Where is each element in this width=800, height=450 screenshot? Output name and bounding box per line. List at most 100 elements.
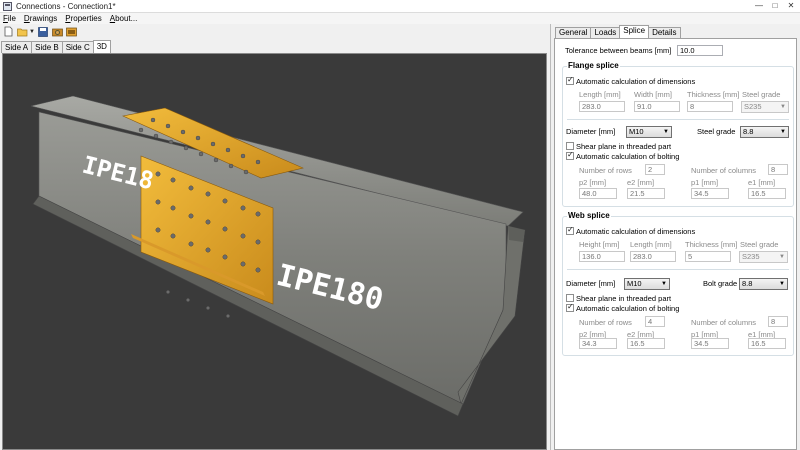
flange-splice-title: Flange splice xyxy=(567,61,620,70)
chevron-down-icon: ▼ xyxy=(780,129,786,135)
flange-rows-input[interactable]: 2 xyxy=(645,164,665,175)
tab-details[interactable]: Details xyxy=(648,27,681,38)
web-steel-grade-select[interactable]: S235 ▼ xyxy=(739,251,788,263)
flange-auto-bolt-label: Automatic calculation of bolting xyxy=(576,152,680,161)
web-p1-input[interactable]: 34.5 xyxy=(691,338,729,349)
tab-side-b[interactable]: Side B xyxy=(31,41,63,53)
tolerance-input[interactable]: 10.0 xyxy=(677,45,723,56)
web-diameter-select[interactable]: M10 ▼ xyxy=(624,278,670,290)
web-e2-input[interactable]: 16.5 xyxy=(627,338,665,349)
web-diameter-value: M10 xyxy=(627,279,642,288)
web-shear-checkbox[interactable] xyxy=(566,294,574,302)
flange-p2-input[interactable]: 48.0 xyxy=(579,188,617,199)
flange-diameter-select[interactable]: M10 ▼ xyxy=(626,126,672,138)
web-divider xyxy=(567,269,789,270)
flange-shear-checkbox[interactable] xyxy=(566,142,574,150)
save-icon xyxy=(38,26,49,37)
flange-shear-label: Shear plane in threaded part xyxy=(576,142,672,151)
new-file-button[interactable] xyxy=(3,26,14,37)
flange-cols-input[interactable]: 8 xyxy=(768,164,788,175)
camera-icon xyxy=(52,28,63,36)
web-rows-label: Number of rows xyxy=(579,318,632,327)
minimize-button[interactable]: — xyxy=(752,1,766,11)
maximize-button[interactable]: □ xyxy=(768,1,782,11)
flange-auto-dims-checkbox[interactable]: ✓ xyxy=(566,75,574,85)
web-cols-label: Number of columns xyxy=(691,318,757,327)
view-tabs: Side A Side B Side C 3D xyxy=(1,40,111,53)
tab-general[interactable]: General xyxy=(555,27,592,38)
close-button[interactable]: ✕ xyxy=(784,1,798,11)
flange-p1-input[interactable]: 34.5 xyxy=(691,188,729,199)
web-height-input[interactable]: 136.0 xyxy=(579,251,625,262)
flange-e2-label: e2 [mm] xyxy=(627,178,655,187)
properties-panel: General Loads Splice Details Tolerance b… xyxy=(550,24,798,450)
flange-thickness-label: Thickness [mm] xyxy=(687,90,740,99)
flange-width-input[interactable]: 91.0 xyxy=(634,101,680,112)
web-length-label: Length [mm] xyxy=(630,240,672,249)
open-folder-button[interactable] xyxy=(17,26,28,37)
chevron-down-icon: ▼ xyxy=(663,129,669,135)
flange-bolt-grade-value: 8.8 xyxy=(743,127,754,136)
flange-bolt-steel-grade-label: Steel grade xyxy=(697,127,736,136)
beam-model: IPE18 IPE180 xyxy=(30,95,526,417)
export-button[interactable] xyxy=(66,26,77,37)
flange-e1-label: e1 [mm] xyxy=(748,178,776,187)
tolerance-label: Tolerance between beams [mm] xyxy=(565,46,672,55)
web-bolt-grade-select[interactable]: 8.8 ▼ xyxy=(739,278,788,290)
splice-panel: Tolerance between beams [mm] 10.0 Flange… xyxy=(554,38,797,450)
camera-button[interactable] xyxy=(52,26,63,37)
3d-viewport[interactable]: IPE18 IPE180 xyxy=(2,53,547,450)
web-auto-dims-checkbox[interactable]: ✓ xyxy=(566,225,574,235)
web-thickness-input[interactable]: 5 xyxy=(685,251,731,262)
web-thickness-label: Thickness [mm] xyxy=(685,240,738,249)
web-diameter-label: Diameter [mm] xyxy=(566,279,616,288)
flange-p2-label: p2 [mm] xyxy=(579,178,607,187)
save-button[interactable] xyxy=(38,26,49,37)
web-rows-input[interactable]: 4 xyxy=(645,316,665,327)
open-dropdown-icon[interactable]: ▼ xyxy=(29,29,35,35)
flange-bolt-steel-grade-select[interactable]: 8.8 ▼ xyxy=(740,126,789,138)
panel-tabs: General Loads Splice Details xyxy=(555,25,681,38)
web-e1-input[interactable]: 16.5 xyxy=(748,338,786,349)
web-auto-bolt-checkbox[interactable]: ✓ xyxy=(566,302,574,312)
web-steel-grade-label: Steel grade xyxy=(740,240,779,249)
flange-auto-dims-label: Automatic calculation of dimensions xyxy=(576,77,696,86)
flange-width-label: Width [mm] xyxy=(634,90,672,99)
menu-about[interactable]: About... xyxy=(110,13,138,24)
new-file-icon xyxy=(4,26,13,37)
flange-e2-input[interactable]: 21.5 xyxy=(627,188,665,199)
flange-e1-input[interactable]: 16.5 xyxy=(748,188,786,199)
toolbar: ▼ xyxy=(0,24,548,39)
web-height-label: Height [mm] xyxy=(579,240,620,249)
web-auto-bolt-label: Automatic calculation of bolting xyxy=(576,304,680,313)
export-icon xyxy=(66,27,77,36)
tab-side-c[interactable]: Side C xyxy=(61,41,94,53)
menu-properties[interactable]: Properties xyxy=(65,13,101,24)
flange-steel-grade-select[interactable]: S235 ▼ xyxy=(741,101,789,113)
tab-splice[interactable]: Splice xyxy=(619,25,650,38)
web-cols-input[interactable]: 8 xyxy=(768,316,788,327)
flange-diameter-value: M10 xyxy=(629,127,644,136)
web-shear-label: Shear plane in threaded part xyxy=(576,294,672,303)
flange-auto-bolt-checkbox[interactable]: ✓ xyxy=(566,150,574,160)
flange-steel-grade-label: Steel grade xyxy=(742,90,781,99)
web-splice-title: Web splice xyxy=(567,211,611,220)
menu-file[interactable]: File xyxy=(3,13,16,24)
app-icon xyxy=(3,2,12,11)
tab-3d[interactable]: 3D xyxy=(92,40,111,53)
flange-length-input[interactable]: 283.0 xyxy=(579,101,625,112)
web-auto-dims-label: Automatic calculation of dimensions xyxy=(576,227,696,236)
flange-rows-label: Number of rows xyxy=(579,166,632,175)
tab-side-a[interactable]: Side A xyxy=(1,41,33,53)
title-bar: Connections - Connection1* — □ ✕ xyxy=(0,0,800,13)
menu-drawings[interactable]: Drawings xyxy=(24,13,57,24)
tab-loads[interactable]: Loads xyxy=(590,27,621,38)
flange-divider xyxy=(567,119,789,120)
chevron-down-icon: ▼ xyxy=(780,104,786,110)
menu-bar: File Drawings Properties About... xyxy=(0,13,800,24)
flange-thickness-input[interactable]: 8 xyxy=(687,101,733,112)
web-bolt-grade-label: Bolt grade xyxy=(703,279,738,288)
web-p2-input[interactable]: 34.3 xyxy=(579,338,617,349)
web-length-input[interactable]: 283.0 xyxy=(630,251,676,262)
flange-steel-grade-value: S235 xyxy=(744,102,762,111)
